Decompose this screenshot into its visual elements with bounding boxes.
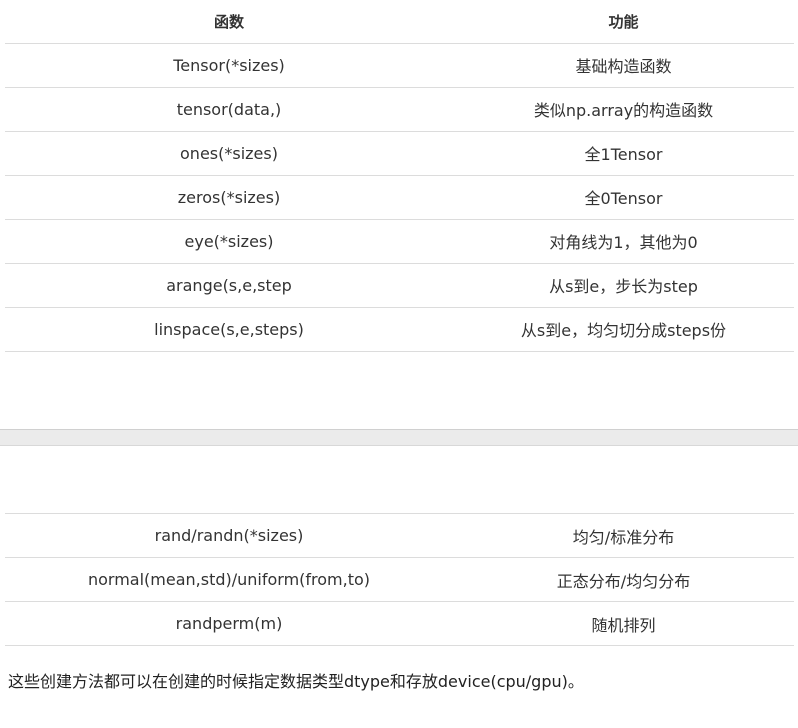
function-cell: normal(mean,std)/uniform(from,to): [5, 557, 453, 602]
description-cell: 从s到e，均匀切分成steps份: [453, 307, 794, 352]
table-row: randperm(m) 随机排列: [5, 601, 794, 646]
table-row: eye(*sizes) 对角线为1，其他为0: [5, 219, 794, 264]
description-cell: 正态分布/均匀分布: [453, 557, 794, 602]
function-cell: tensor(data,): [5, 87, 453, 132]
table-row: zeros(*sizes) 全0Tensor: [5, 175, 794, 220]
description-cell: 全0Tensor: [453, 175, 794, 220]
function-cell: eye(*sizes): [5, 219, 453, 264]
description-cell: 全1Tensor: [453, 131, 794, 176]
header-function: 函数: [5, 0, 453, 44]
table-row: arange(s,e,step 从s到e，步长为step: [5, 263, 794, 308]
function-cell: linspace(s,e,steps): [5, 307, 453, 352]
description-cell: 均匀/标准分布: [453, 513, 794, 558]
function-cell: zeros(*sizes): [5, 175, 453, 220]
tensor-creation-table: 函数 功能 Tensor(*sizes) 基础构造函数 tensor(data,…: [5, 0, 794, 352]
description-cell: 基础构造函数: [453, 43, 794, 88]
description-cell: 从s到e，步长为step: [453, 263, 794, 308]
header-description: 功能: [453, 0, 794, 44]
random-creation-table: rand/randn(*sizes) 均匀/标准分布 normal(mean,s…: [5, 513, 794, 646]
description-cell: 随机排列: [453, 601, 794, 646]
note-paragraph: 这些创建方法都可以在创建的时候指定数据类型dtype和存放device(cpu/…: [8, 672, 584, 691]
table-header-row: 函数 功能: [5, 0, 794, 44]
table-row: tensor(data,) 类似np.array的构造函数: [5, 87, 794, 132]
function-cell: randperm(m): [5, 601, 453, 646]
table-row: rand/randn(*sizes) 均匀/标准分布: [5, 513, 794, 558]
function-cell: rand/randn(*sizes): [5, 513, 453, 558]
section-divider: [0, 429, 798, 446]
table-row: linspace(s,e,steps) 从s到e，均匀切分成steps份: [5, 307, 794, 352]
function-cell: arange(s,e,step: [5, 263, 453, 308]
table-row: normal(mean,std)/uniform(from,to) 正态分布/均…: [5, 557, 794, 602]
page: 函数 功能 Tensor(*sizes) 基础构造函数 tensor(data,…: [0, 0, 798, 728]
function-cell: ones(*sizes): [5, 131, 453, 176]
description-cell: 类似np.array的构造函数: [453, 87, 794, 132]
table-row: Tensor(*sizes) 基础构造函数: [5, 43, 794, 88]
function-cell: Tensor(*sizes): [5, 43, 453, 88]
description-cell: 对角线为1，其他为0: [453, 219, 794, 264]
table-row: ones(*sizes) 全1Tensor: [5, 131, 794, 176]
